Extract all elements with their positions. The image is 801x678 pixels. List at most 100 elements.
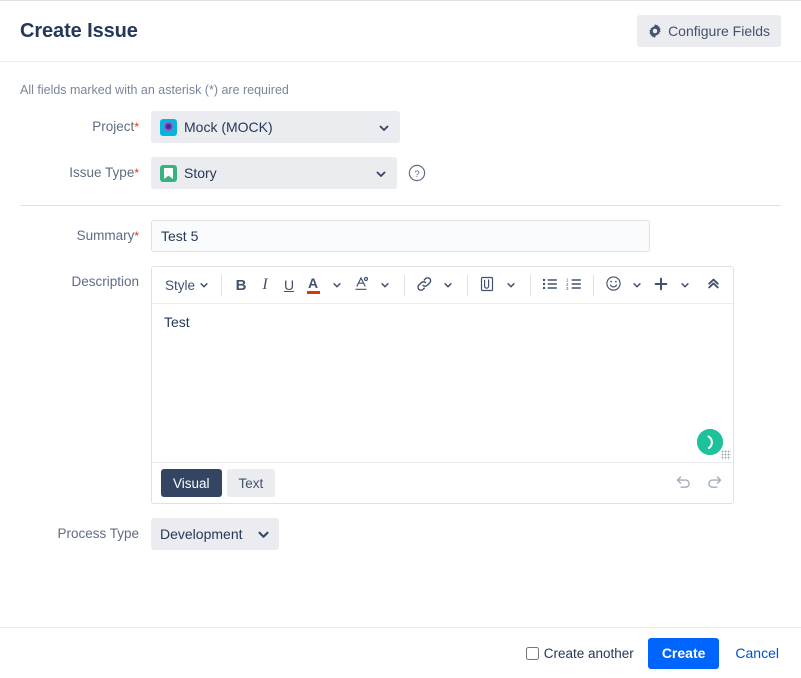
text-color-icon: A — [306, 275, 320, 294]
summary-input[interactable] — [151, 220, 650, 252]
project-label-text: Project — [92, 119, 135, 134]
form-row-summary: Summary* — [0, 220, 801, 252]
attachment-dropdown-button[interactable] — [499, 272, 523, 299]
editor-toolbar: Style B I U A 1 2 3 — [152, 267, 733, 304]
link-icon — [416, 276, 433, 295]
redo-button[interactable] — [704, 473, 724, 493]
toolbar-separator — [467, 274, 469, 296]
dialog-header: Create Issue Configure Fields — [0, 1, 801, 62]
project-control: Mock (MOCK) — [151, 111, 400, 143]
paperclip-icon — [479, 276, 495, 295]
emoji-button[interactable] — [601, 272, 625, 299]
create-another-label: Create another — [543, 645, 634, 661]
summary-required-asterisk: * — [134, 229, 139, 243]
numbered-list-icon: 1 2 3 — [566, 277, 582, 294]
insert-more-button[interactable] — [649, 272, 673, 299]
chevron-down-icon — [378, 121, 390, 133]
page-title: Create Issue — [20, 19, 138, 42]
editor-resize-handle[interactable] — [721, 450, 731, 460]
description-text-area[interactable]: Test — [152, 304, 733, 462]
create-button[interactable]: Create — [647, 637, 720, 669]
process-type-select[interactable]: Development — [151, 518, 279, 550]
bullet-list-button[interactable] — [538, 272, 562, 299]
project-required-asterisk: * — [134, 120, 139, 134]
chevron-down-icon — [443, 278, 453, 293]
chevron-down-icon — [380, 278, 390, 293]
issue-type-label: Issue Type* — [0, 157, 151, 189]
tab-visual[interactable]: Visual — [161, 469, 222, 497]
text-color-dropdown-button[interactable] — [325, 272, 349, 299]
issue-type-select[interactable]: Story — [151, 157, 397, 189]
form-row-issue-type: Issue Type* Story ? — [0, 157, 801, 189]
story-icon — [160, 164, 177, 182]
redo-icon — [706, 474, 723, 492]
summary-control — [151, 220, 650, 252]
chevron-down-icon — [375, 167, 387, 179]
create-another-checkbox-row[interactable]: Create another — [525, 645, 634, 661]
style-dropdown-button[interactable]: Style — [160, 272, 214, 299]
description-control: Style B I U A 1 2 3 Test Visual Text — [151, 266, 734, 504]
numbered-list-button[interactable]: 1 2 3 — [562, 272, 586, 299]
chevron-down-icon — [506, 278, 516, 293]
svg-text:?: ? — [414, 169, 419, 180]
form-row-project: Project* Mock (MOCK) — [0, 111, 801, 143]
chevron-down-icon — [332, 278, 342, 293]
project-select[interactable]: Mock (MOCK) — [151, 111, 400, 143]
description-editor: Style B I U A 1 2 3 Test Visual Text — [151, 266, 734, 504]
text-color-letter: A — [307, 275, 319, 291]
issue-type-select-value: Story — [184, 165, 217, 181]
process-type-label: Process Type — [0, 518, 151, 550]
help-icon[interactable]: ? — [407, 163, 427, 183]
emoji-dropdown-button[interactable] — [625, 272, 649, 299]
cancel-button[interactable]: Cancel — [733, 645, 781, 661]
create-another-checkbox[interactable] — [525, 646, 539, 660]
required-fields-note: All fields marked with an asterisk (*) a… — [20, 83, 289, 97]
toolbar-separator — [404, 274, 406, 296]
plus-icon — [653, 276, 669, 295]
chevron-double-up-icon — [706, 276, 721, 294]
style-label: Style — [165, 277, 196, 293]
dialog-body: All fields marked with an asterisk (*) a… — [0, 62, 801, 627]
text-color-button[interactable]: A — [301, 272, 325, 299]
attachment-button[interactable] — [475, 272, 499, 299]
chevron-down-icon — [632, 278, 642, 293]
tab-text[interactable]: Text — [226, 469, 276, 497]
form-row-process-type: Process Type Development — [0, 518, 801, 550]
link-button[interactable] — [412, 272, 436, 299]
issue-type-required-asterisk: * — [134, 166, 139, 180]
process-type-control: Development — [151, 518, 279, 550]
undo-redo-group — [673, 473, 724, 493]
italic-button[interactable]: I — [253, 272, 277, 299]
more-formatting-button[interactable] — [349, 272, 373, 299]
configure-fields-label: Configure Fields — [668, 23, 770, 39]
collapse-toolbar-button[interactable] — [701, 272, 725, 299]
configure-fields-button[interactable]: Configure Fields — [637, 15, 781, 47]
link-dropdown-button[interactable] — [436, 272, 460, 299]
process-type-select-value: Development — [160, 526, 243, 542]
undo-button[interactable] — [673, 473, 693, 493]
chevron-down-icon — [199, 278, 209, 293]
project-select-value: Mock (MOCK) — [184, 119, 273, 135]
description-label: Description — [0, 266, 151, 298]
annotation-arrow — [296, 620, 476, 627]
toolbar-separator — [593, 274, 595, 296]
dialog-footer: Create another Create Cancel — [0, 627, 801, 678]
create-issue-dialog: Create Issue Configure Fields All fields… — [0, 0, 801, 678]
insert-more-dropdown-button[interactable] — [673, 272, 697, 299]
underline-button[interactable]: U — [277, 272, 301, 299]
chevron-down-icon — [680, 278, 690, 293]
bold-button[interactable]: B — [229, 272, 253, 299]
emoji-icon — [605, 275, 622, 295]
summary-label-text: Summary — [76, 228, 135, 243]
project-avatar-icon — [160, 118, 177, 136]
help-widget-button[interactable] — [697, 429, 723, 455]
more-formatting-dropdown-button[interactable] — [373, 272, 397, 299]
summary-label: Summary* — [0, 220, 151, 252]
undo-icon — [675, 474, 692, 492]
toolbar-separator — [530, 274, 532, 296]
form-row-description: Description Style B I U A 1 2 3 Test Vis… — [0, 266, 801, 504]
svg-text:3: 3 — [566, 286, 569, 291]
chevron-down-icon — [257, 528, 269, 540]
process-type-label-text: Process Type — [57, 526, 139, 541]
bullet-list-icon — [542, 277, 558, 294]
